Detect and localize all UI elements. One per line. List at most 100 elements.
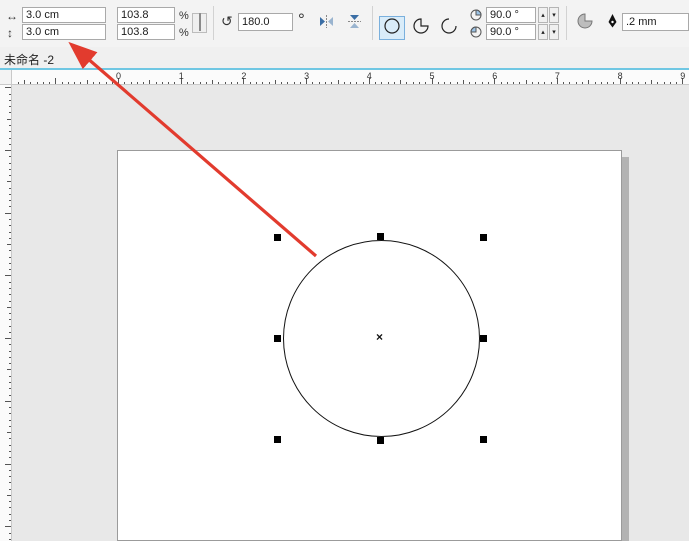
toolbar-separator (566, 6, 567, 40)
rotate-icon: ↺ (221, 14, 233, 28)
ruler-tick (488, 82, 489, 84)
ruler-tick (9, 451, 11, 452)
ruler-tick (601, 82, 602, 84)
selection-handle-middle-left[interactable] (274, 335, 281, 342)
ruler-tick (551, 82, 552, 84)
ruler-tick (68, 82, 69, 84)
ruler-tick (9, 200, 11, 201)
ruler-tick (475, 82, 476, 84)
ruler-tick (9, 100, 11, 101)
ruler-tick (363, 82, 364, 84)
outline-width-icon (607, 14, 618, 32)
ruler-number: 1 (179, 71, 184, 81)
scale-lock-button[interactable] (192, 13, 207, 33)
ruler-tick (9, 357, 11, 358)
ruler-tick (37, 82, 38, 84)
ruler-tick (9, 395, 11, 396)
ruler-tick (149, 80, 150, 84)
ruler-tick (55, 78, 56, 84)
object-height-input[interactable] (22, 24, 106, 40)
ruler-tick (9, 539, 11, 540)
arc-start-spin-down-button[interactable]: ▾ (549, 7, 559, 23)
ruler-tick (9, 351, 11, 352)
arc-start-spin-up-button[interactable]: ▴ (538, 7, 548, 23)
ruler-tick (187, 82, 188, 84)
spinner-up-icon: ▴ (541, 11, 545, 19)
ruler-tick (5, 87, 11, 88)
ruler-tick (507, 82, 508, 84)
arc-button[interactable] (436, 16, 462, 40)
ruler-number: 2 (241, 71, 246, 81)
ruler-tick (200, 82, 201, 84)
arc-end-angle-input[interactable] (486, 24, 536, 40)
selection-handle-top-right[interactable] (480, 234, 487, 241)
ruler-tick (613, 82, 614, 84)
ruler-tick (9, 156, 11, 157)
ruler-tick (9, 533, 11, 534)
horizontal-ruler[interactable]: 0123456789 (0, 70, 689, 85)
ruler-tick (388, 82, 389, 84)
arc-end-spin-up-button[interactable]: ▴ (538, 24, 548, 40)
object-width-input[interactable] (22, 7, 106, 23)
ruler-tick (9, 163, 11, 164)
outline-width-input[interactable] (622, 13, 689, 31)
ruler-tick (7, 181, 11, 182)
ruler-tick (9, 112, 11, 113)
arc-end-spin-down-button[interactable]: ▾ (549, 24, 559, 40)
ruler-tick (9, 313, 11, 314)
ruler-tick (131, 82, 132, 84)
ruler-tick (9, 363, 11, 364)
vertical-ruler[interactable] (0, 85, 12, 541)
pie-button[interactable] (408, 16, 434, 40)
ruler-tick (9, 507, 11, 508)
arc-start-angle-input[interactable] (486, 7, 536, 23)
ruler-tick (162, 82, 163, 84)
rotation-angle-input[interactable] (238, 13, 293, 31)
mirror-vertical-button[interactable] (344, 14, 365, 33)
selection-handle-bottom-middle[interactable] (377, 437, 384, 444)
ruler-tick (80, 82, 81, 84)
scale-vertical-input[interactable] (117, 24, 175, 40)
mirror-horizontal-button[interactable] (316, 14, 337, 33)
ellipse-icon (383, 17, 401, 40)
ruler-tick (9, 269, 11, 270)
selection-center-marker: × (376, 330, 383, 344)
ruler-tick (9, 194, 11, 195)
lock-icon (199, 14, 201, 32)
ruler-tick (24, 80, 25, 84)
ruler-tick (237, 82, 238, 84)
scale-horizontal-input[interactable] (117, 7, 175, 23)
ellipse-button[interactable] (379, 16, 405, 40)
ruler-tick (9, 382, 11, 383)
selection-handle-top-left[interactable] (274, 234, 281, 241)
selection-handle-bottom-left[interactable] (274, 436, 281, 443)
ruler-tick (9, 388, 11, 389)
ruler-tick (5, 150, 11, 151)
selection-handle-bottom-right[interactable] (480, 436, 487, 443)
arc-icon (440, 17, 458, 40)
ruler-tick (168, 82, 169, 84)
ruler-tick (312, 82, 313, 84)
ruler-tick (532, 82, 533, 84)
document-title[interactable]: 未命名 -2 (4, 51, 54, 68)
selection-handle-top-middle[interactable] (377, 233, 384, 240)
pie-icon (412, 17, 430, 40)
ruler-tick (319, 82, 320, 84)
selection-handle-middle-right[interactable] (480, 335, 487, 342)
ruler-tick (262, 82, 263, 84)
ruler-tick (400, 80, 401, 84)
document-tab-bar: 未命名 -2 (0, 47, 689, 70)
degree-symbol: ° (298, 13, 305, 27)
arc-direction-button[interactable] (574, 13, 596, 33)
ruler-tick (626, 82, 627, 84)
ruler-tick (124, 82, 125, 84)
ruler-tick (9, 319, 11, 320)
ruler-number: 4 (367, 71, 372, 81)
ruler-tick (106, 82, 107, 84)
ruler-tick (9, 420, 11, 421)
ruler-tick (5, 526, 11, 527)
ruler-tick (538, 82, 539, 84)
ruler-tick (9, 413, 11, 414)
ruler-tick (444, 82, 445, 84)
ruler-tick (338, 80, 339, 84)
